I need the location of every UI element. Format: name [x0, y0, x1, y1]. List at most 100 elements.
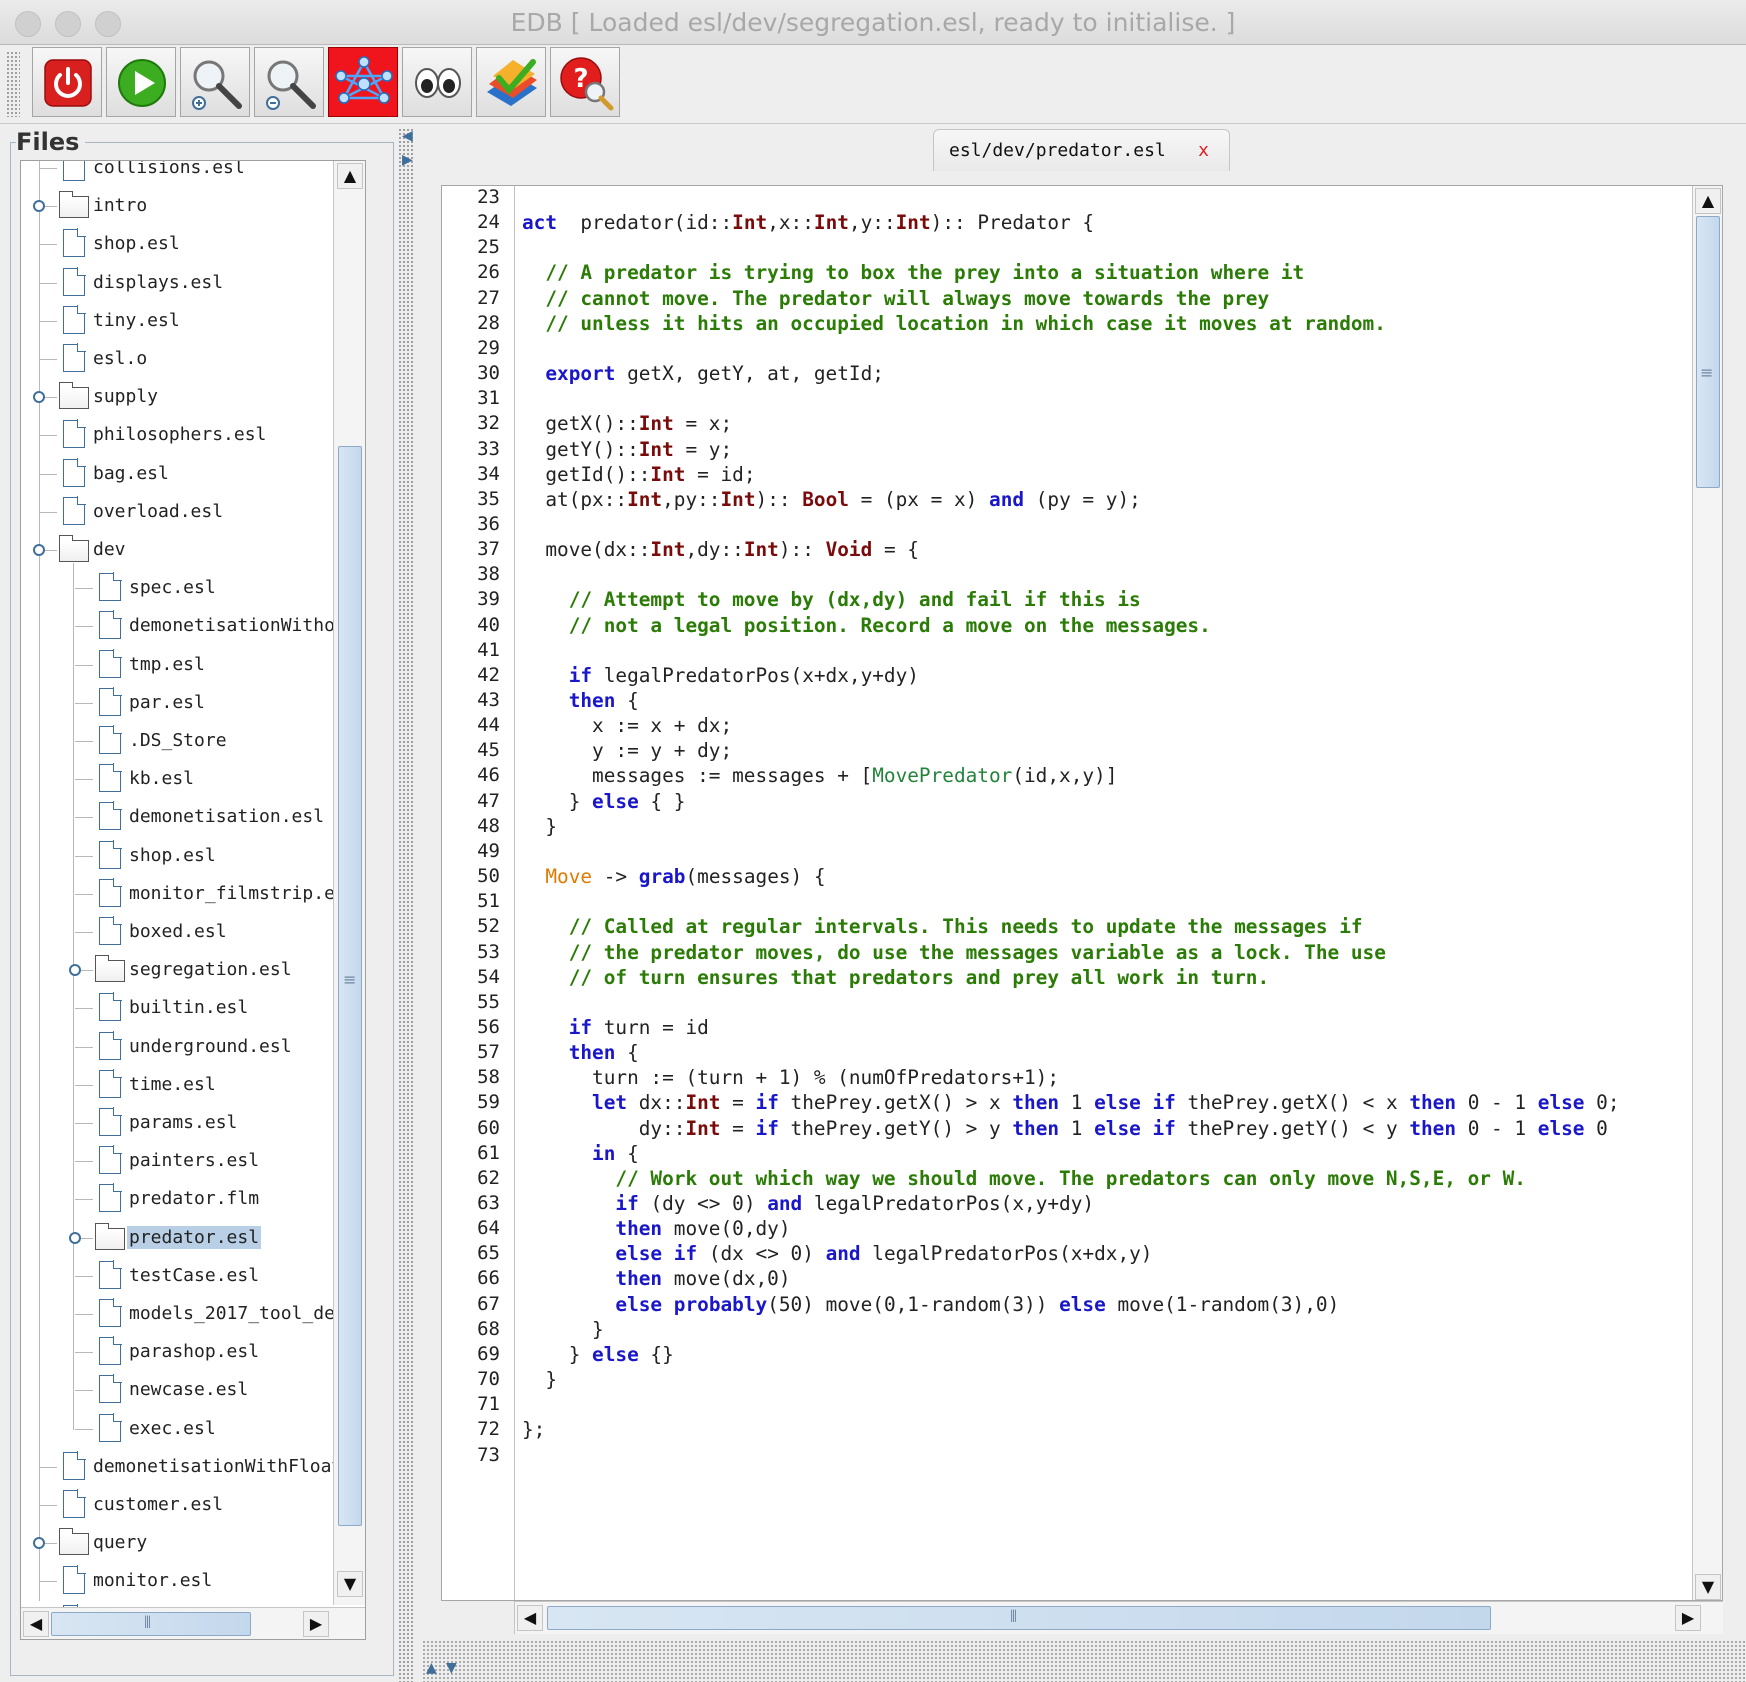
code-line[interactable]: at(px::Int,py::Int):: Bool = (px = x) an…	[522, 488, 1140, 511]
tree-file-item[interactable]: tmp.esl	[21, 646, 331, 684]
code-line[interactable]: if legalPredatorPos(x+dx,y+dy)	[522, 664, 919, 687]
tree-folder-item[interactable]: supply	[21, 378, 331, 416]
code-line[interactable]: }	[522, 1368, 557, 1391]
tree-file-item[interactable]: par.esl	[21, 684, 331, 722]
file-tree[interactable]: collisions.esl intro shop.esl displays.esl t…	[20, 160, 366, 1640]
code-area[interactable]: act predator(id::Int,x::Int,y::Int):: Pr…	[522, 186, 1692, 1600]
code-line[interactable]: if (dy <> 0) and legalPredatorPos(x,y+dy…	[522, 1192, 1094, 1215]
code-line[interactable]: move(dx::Int,dy::Int):: Void = {	[522, 538, 919, 561]
code-line[interactable]: x := x + dx;	[522, 714, 732, 737]
code-line[interactable]: in {	[522, 1142, 639, 1165]
tree-file-item[interactable]: shop.esl	[21, 225, 331, 263]
tab-close-icon[interactable]: x	[1198, 140, 1209, 161]
tree-file-item[interactable]: params.esl	[21, 1104, 331, 1142]
tree-file-item[interactable]: newcase.esl	[21, 1371, 331, 1409]
tree-file-item[interactable]: bag.esl	[21, 455, 331, 493]
code-line[interactable]: else if (dx <> 0) and legalPredatorPos(x…	[522, 1242, 1152, 1265]
code-line[interactable]: // unless it hits an occupied location i…	[522, 312, 1386, 335]
code-line[interactable]: then {	[522, 1041, 639, 1064]
code-line[interactable]: getY()::Int = y;	[522, 438, 732, 461]
code-line[interactable]: // A predator is trying to box the prey …	[522, 261, 1304, 284]
code-line[interactable]: turn := (turn + 1) % (numOfPredators+1);	[522, 1066, 1059, 1089]
file-tree-vscroll-thumb[interactable]: ≡	[338, 446, 362, 1526]
code-line[interactable]: y := y + dy;	[522, 739, 732, 762]
tree-file-item[interactable]: collisions.esl	[21, 161, 331, 187]
tree-file-item[interactable]: demonetisationWithFloat.esl	[21, 1448, 365, 1486]
tree-file-item[interactable]: displays.esl	[21, 264, 331, 302]
tree-file-item[interactable]: parashop.esl	[21, 1333, 331, 1371]
code-line[interactable]: // not a legal position. Record a move o…	[522, 614, 1211, 637]
scroll-down-arrow-icon[interactable]: ▼	[337, 1571, 363, 1597]
code-line[interactable]: // of turn ensures that predators and pr…	[522, 966, 1269, 989]
code-line[interactable]: Move -> grab(messages) {	[522, 865, 825, 888]
expanded-toggle-icon[interactable]	[33, 544, 45, 556]
code-line[interactable]: else probably(50) move(0,1-random(3)) el…	[522, 1293, 1339, 1316]
code-line[interactable]: act predator(id::Int,x::Int,y::Int):: Pr…	[522, 211, 1094, 234]
code-line[interactable]: then {	[522, 689, 639, 712]
scroll-left-arrow-icon[interactable]: ◀	[517, 1605, 543, 1631]
tree-file-item[interactable]: exec.esl	[21, 1410, 331, 1448]
tree-file-item[interactable]: monitor_filmstrip.esl	[21, 875, 357, 913]
code-line[interactable]: // cannot move. The predator will always…	[522, 287, 1269, 310]
code-line[interactable]: };	[522, 1418, 545, 1441]
tree-folder-item[interactable]: segregation.esl	[21, 951, 331, 989]
tree-file-item[interactable]: models_2017_tool_demo.p	[21, 1295, 365, 1333]
code-line[interactable]: } else { }	[522, 790, 686, 813]
bottom-splitter[interactable]	[422, 1640, 1746, 1682]
tree-folder-item[interactable]: query	[21, 1524, 331, 1562]
tree-folder-item[interactable]: dev	[21, 531, 331, 569]
tree-file-item[interactable]: tiny.esl	[21, 302, 331, 340]
code-line[interactable]: } else {}	[522, 1343, 674, 1366]
play-button[interactable]	[106, 47, 176, 117]
code-editor[interactable]: 23 24 25 26 27 28 29 30 31 32 33 34 35 36 37 38 39 40 41 42…	[441, 185, 1723, 1601]
code-line[interactable]: dy::Int = if thePrey.getY() > y then 1 e…	[522, 1117, 1608, 1140]
collapsed-toggle-icon[interactable]	[33, 391, 45, 404]
code-line[interactable]: messages := messages + [MovePredator(id,…	[522, 764, 1117, 787]
tree-file-item[interactable]: underground.esl	[21, 1028, 331, 1066]
code-line[interactable]: }	[522, 1318, 604, 1341]
tree-file-item[interactable]: predator.flm	[21, 1180, 331, 1218]
collapsed-toggle-icon[interactable]	[33, 200, 45, 213]
zoom-in-button[interactable]	[180, 47, 250, 117]
expand-down-arrow-icon[interactable]: ▼	[446, 1660, 457, 1676]
tree-file-item[interactable]: kb.esl	[21, 760, 331, 798]
code-line[interactable]: let dx::Int = if thePrey.getX() > x then…	[522, 1091, 1619, 1114]
tree-file-item[interactable]: demonetisation.esl	[21, 798, 331, 836]
collapsed-toggle-icon[interactable]	[69, 964, 81, 977]
scroll-right-arrow-icon[interactable]: ▶	[1675, 1605, 1701, 1631]
tree-file-item[interactable]: painters.esl	[21, 1142, 331, 1180]
help-button[interactable]: ?	[550, 47, 620, 117]
scroll-up-arrow-icon[interactable]: ▲	[1695, 188, 1721, 214]
tree-file-item[interactable]: .DS_Store	[21, 722, 331, 760]
tab-predator-esl[interactable]: esl/dev/predator.esl x	[933, 129, 1230, 171]
code-line[interactable]: }	[522, 815, 557, 838]
edit-button[interactable]	[476, 47, 546, 117]
code-line[interactable]: // Attempt to move by (dx,dy) and fail i…	[522, 588, 1141, 611]
tree-file-item[interactable]: shop.esl	[21, 837, 331, 875]
collapsed-toggle-icon[interactable]	[69, 1231, 81, 1244]
code-line[interactable]: // Work out which way we should move. Th…	[522, 1167, 1526, 1190]
tree-file-item[interactable]: builtin.esl	[21, 989, 331, 1027]
power-button[interactable]	[32, 47, 102, 117]
editor-vscrollbar[interactable]: ▲ ≡ ▼	[1692, 186, 1722, 1600]
code-line[interactable]: then move(dx,0)	[522, 1267, 790, 1290]
code-line[interactable]: then move(0,dy)	[522, 1217, 790, 1240]
collapsed-toggle-icon[interactable]	[33, 1537, 45, 1550]
tree-file-item[interactable]: testCase.esl	[21, 1257, 331, 1295]
tree-file-item[interactable]: demonetisationWithoutLe	[21, 607, 365, 645]
file-tree-hscroll-thumb[interactable]: ⦀	[51, 1612, 251, 1636]
watch-button[interactable]	[402, 47, 472, 117]
collapse-left-arrow-icon[interactable]: ◀	[402, 128, 413, 144]
scroll-left-arrow-icon[interactable]: ◀	[23, 1611, 49, 1637]
tree-file-item[interactable]: overload.esl	[21, 493, 331, 531]
tree-file-item[interactable]: esl.o	[21, 340, 331, 378]
editor-vscroll-thumb[interactable]: ≡	[1696, 216, 1720, 488]
expand-right-arrow-icon[interactable]: ▶	[402, 152, 413, 168]
zoom-out-button[interactable]	[254, 47, 324, 117]
editor-hscroll-thumb[interactable]: ⦀	[547, 1606, 1491, 1630]
network-button[interactable]	[328, 47, 398, 117]
tree-folder-item[interactable]: predator.esl	[21, 1219, 331, 1257]
toolbar-grip[interactable]	[6, 51, 20, 117]
tree-file-item[interactable]: customer.esl	[21, 1486, 331, 1524]
scroll-right-arrow-icon[interactable]: ▶	[303, 1611, 329, 1637]
